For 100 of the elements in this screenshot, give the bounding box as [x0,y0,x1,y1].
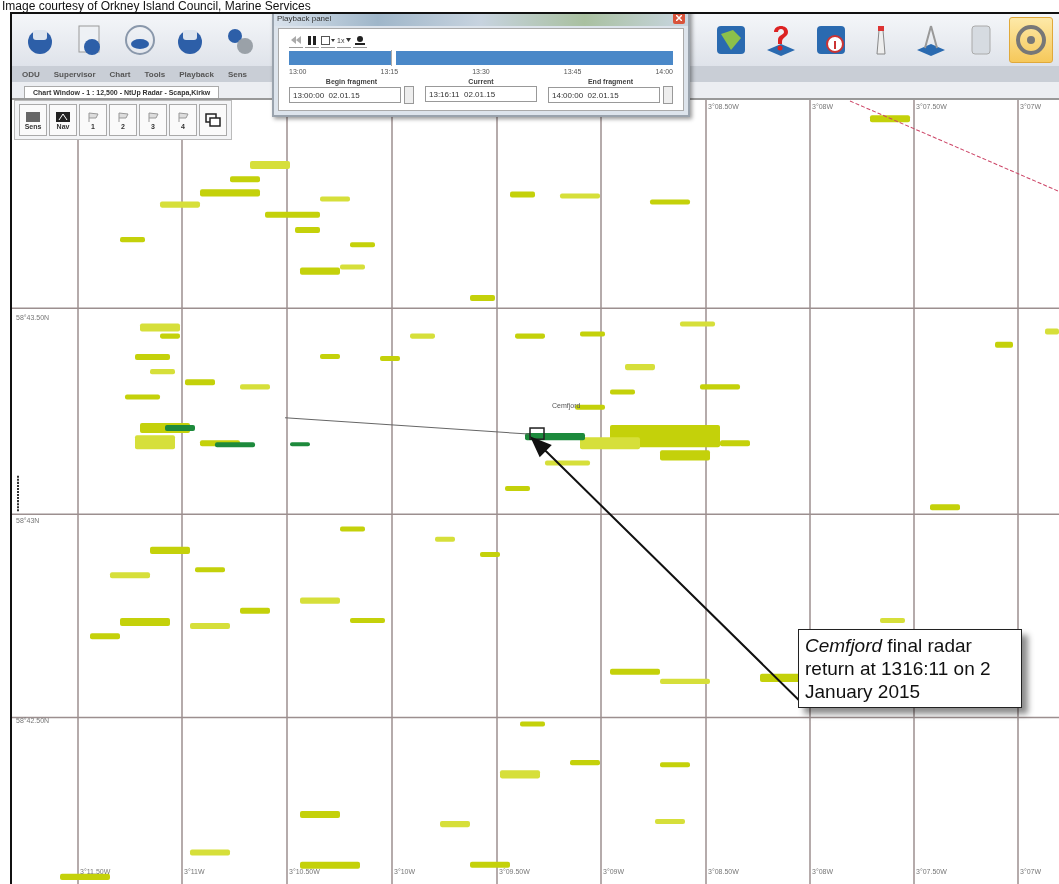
radar-echo [520,721,545,727]
radar-echo [230,176,260,183]
radar-echo [340,526,365,532]
radar-echo [160,201,200,208]
radar-echo [190,849,230,856]
panel-title: Playback panel [277,14,332,23]
radar-echo [505,485,530,491]
radar-echo [870,115,910,123]
radar-echo [185,379,215,386]
radar-echo [380,355,400,361]
grid-caret-icon [321,35,335,45]
radar-echo [515,333,545,339]
radar-echo [470,295,495,302]
scale-bar [17,475,19,513]
radar-echo [880,617,905,623]
menu-tab[interactable]: Supervisor [53,69,96,79]
windows-icon [205,113,221,127]
radar-echo [655,819,685,825]
radar-echo [290,442,310,447]
menu-tab[interactable]: Chart [109,69,131,79]
radar-echo [480,551,500,557]
view-dropdown[interactable] [321,33,335,48]
menu-tab[interactable]: Playback [179,69,214,79]
radar-echo [560,193,600,199]
radar-echo [440,821,470,828]
radar-echo [500,770,540,779]
radar-echo [240,607,270,614]
time-field[interactable]: 13:16:11 02.01.15 [425,86,537,102]
radar-echo [150,369,175,375]
flag-icon [146,110,160,123]
skip-back-icon [291,36,301,44]
radar-echo [240,384,270,390]
time-field[interactable]: 14:00:00 02.01.15 [548,87,660,103]
radar-echo [410,333,435,339]
radar-echo [190,623,230,630]
radar-echo [90,633,120,640]
radar-echo [300,597,340,604]
radar-echo [660,678,710,684]
toolbar-button[interactable] [1009,17,1053,63]
radar-echo [125,394,160,400]
record-button[interactable] [353,33,368,48]
radar-echo [350,617,385,623]
monitor-icon [25,110,41,123]
radar-echo [570,760,600,766]
target-marker [529,427,545,440]
annotation-callout: Cemfjord final radar return at 1316:11 on 2 January 2015 [798,629,1022,708]
radar-echo [435,536,455,542]
radar-echo [510,191,535,198]
radar-echo [650,199,690,205]
radar-echo [320,196,350,202]
radar-echo [545,460,590,466]
close-icon [676,15,682,21]
radar-echo [300,861,360,869]
radar-echo [200,189,260,197]
radar-echo [120,617,170,627]
flag-icon [176,110,190,123]
ring-icon [122,22,158,58]
image-credit: Image courtesy of Orkney Island Council, Marine Services [1,0,312,12]
radar-echo [120,237,145,243]
radar-echo [680,321,715,327]
database-icon [971,25,991,55]
record-icon [355,35,366,45]
flag-icon [116,110,130,123]
menu-tab[interactable]: Sens [227,69,248,79]
radar-echo [295,226,320,234]
caret-icon [346,38,352,42]
radar-echo [610,389,635,395]
radar-echo [660,762,690,768]
radar-echo [610,668,660,675]
wheel-icon [1013,22,1049,58]
chart-tool-button[interactable] [199,104,227,136]
radar-echo [135,353,170,360]
radar-echo [250,160,290,170]
radar-echo [150,546,190,554]
pause-button[interactable] [305,33,319,48]
radar-echo [110,572,150,579]
radar-echo [135,435,175,450]
radar-echo [995,341,1013,348]
radar-echo [195,567,225,573]
radar-echo [660,450,710,461]
flag-icon [86,110,100,123]
playback-slider[interactable] [289,51,673,65]
radar-echo [300,810,340,818]
menu-tab[interactable]: Tools [144,69,166,79]
lighthouse-icon [876,25,886,55]
radar-echo [265,211,320,218]
radar-echo [700,384,740,390]
radar-echo [930,504,960,511]
menu-tab[interactable]: ODU [22,69,40,79]
compass-icon [55,110,71,123]
radar-echo [60,873,110,880]
radar-echo [625,364,655,371]
pause-icon [308,35,316,45]
radar-echo [580,331,605,337]
radar-echo [470,861,510,868]
radar-echo [320,353,340,359]
radar-echo [1045,328,1059,335]
close-button[interactable] [673,14,685,24]
time-field[interactable]: 13:00:00 02.01.15 [289,87,401,103]
radar-echo [350,242,375,248]
